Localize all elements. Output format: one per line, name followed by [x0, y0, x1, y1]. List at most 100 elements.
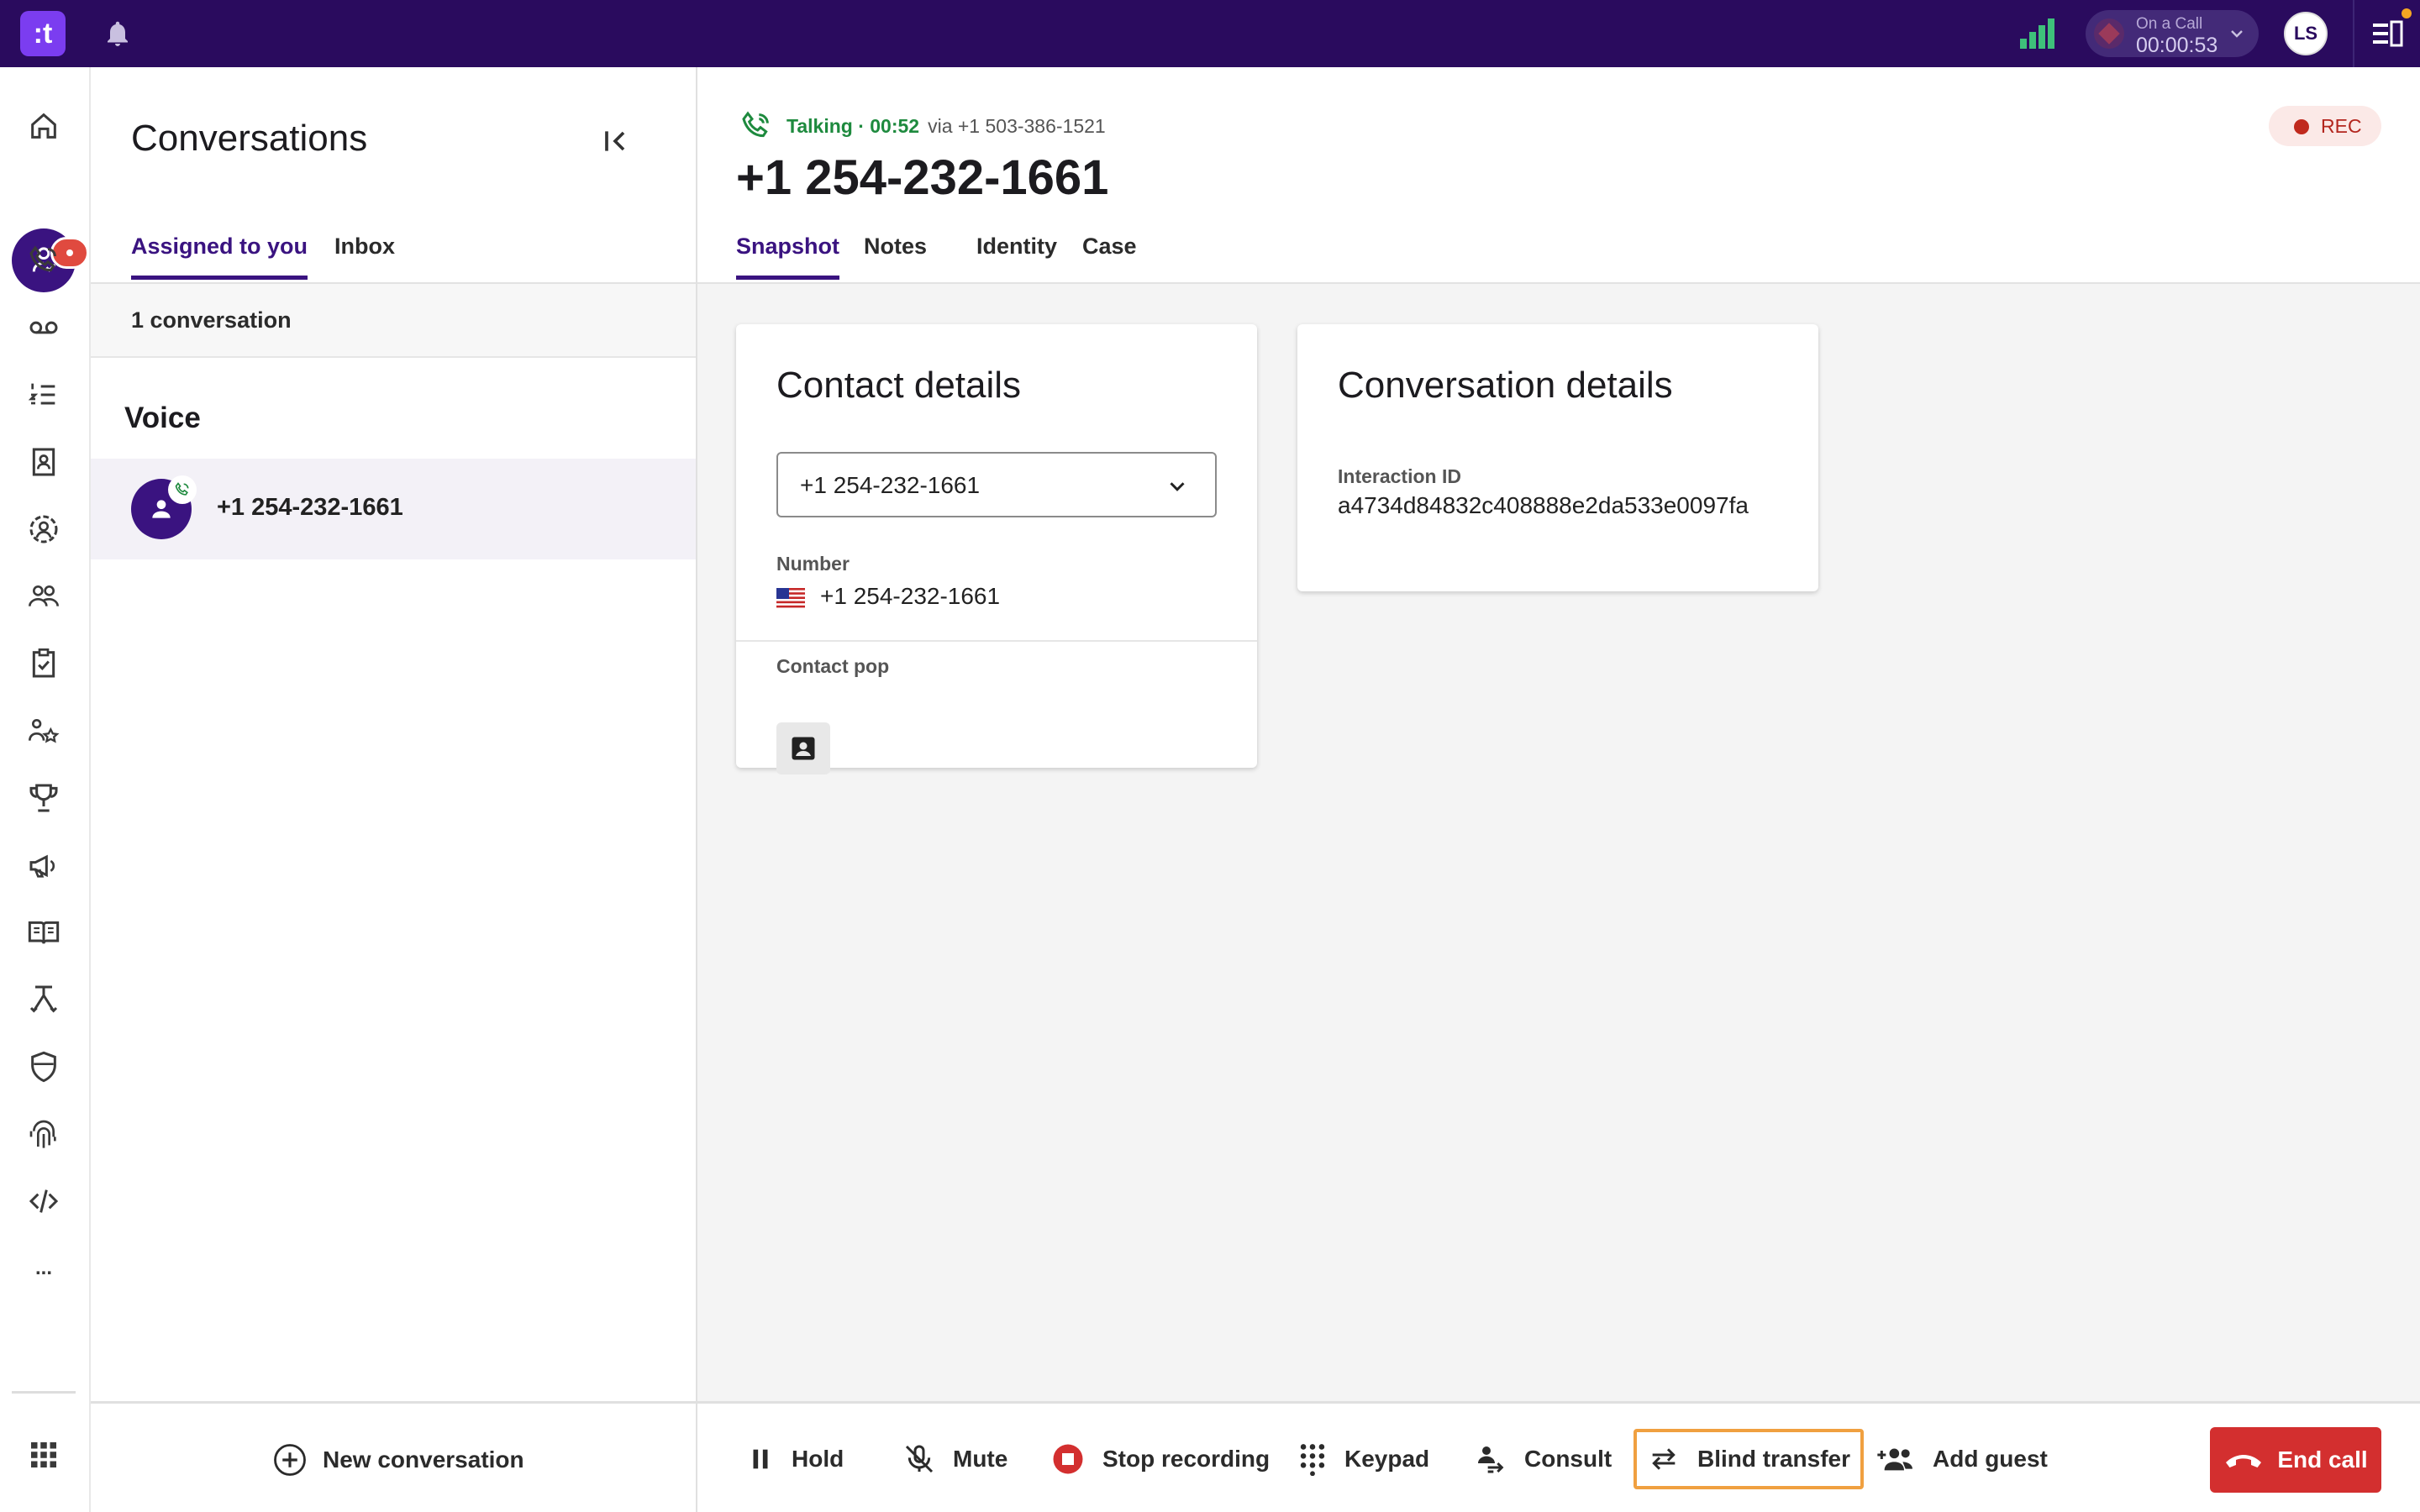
panel-notification-dot [2402, 8, 2412, 18]
keypad-label: Keypad [1344, 1446, 1430, 1472]
stop-record-icon [1053, 1444, 1083, 1474]
add-guest-icon [1877, 1448, 1912, 1471]
section-voice-heading: Voice [124, 402, 201, 434]
contact-avatar [131, 475, 197, 539]
mute-label: Mute [953, 1446, 1008, 1472]
tab-inbox[interactable]: Inbox [334, 234, 395, 260]
call-controls-bar: Hold Mute Stop recording Keypad Consult … [697, 1401, 2420, 1512]
add-guest-label: Add guest [1933, 1446, 2048, 1472]
conversations-footer: New conversation [91, 1401, 696, 1512]
panel-icon [2373, 20, 2403, 47]
side-panel-toggle[interactable] [2353, 0, 2420, 67]
card-divider [736, 640, 1257, 642]
phone-talking-icon [742, 111, 769, 138]
contact-pop-button[interactable] [776, 722, 830, 774]
interaction-id-value: a4734d84832c408888e2da533e0097fa [1338, 492, 1749, 518]
contacts-book-icon[interactable] [24, 442, 64, 482]
blind-transfer-button[interactable]: Blind transfer [1634, 1429, 1865, 1489]
mic-off-icon [905, 1445, 934, 1473]
home-icon[interactable] [24, 106, 64, 146]
hold-button[interactable]: Hold [736, 1429, 854, 1489]
user-avatar[interactable]: LS [2284, 12, 2328, 55]
blind-transfer-label: Blind transfer [1697, 1446, 1851, 1472]
consult-button[interactable]: Consult [1464, 1429, 1622, 1489]
mute-button[interactable]: Mute [892, 1429, 1018, 1489]
tab-notes[interactable]: Notes [864, 234, 927, 260]
phone-call-badge-icon [168, 475, 197, 504]
call-status-label: On a Call [2136, 15, 2203, 33]
transfer-arrows-icon [1652, 1448, 1676, 1470]
consult-label: Consult [1524, 1446, 1612, 1472]
list-item[interactable]: +1 254-232-1661 [91, 459, 696, 559]
apps-grid-icon[interactable] [24, 1435, 64, 1475]
number-label: Number [776, 553, 850, 575]
top-bar: :t On a Call 00:00:53 LS [0, 0, 2420, 67]
talking-status: Talking · 00:52 [786, 114, 920, 137]
conversations-panel: Conversations Assigned to you Inbox 1 co… [91, 67, 697, 1512]
tab-snapshot[interactable]: Snapshot [736, 234, 840, 280]
conversation-count: 1 conversation [131, 307, 292, 333]
tasks-icon[interactable] [24, 643, 64, 684]
us-flag-icon [776, 588, 805, 608]
call-status-pill[interactable]: On a Call 00:00:53 [2086, 10, 2259, 57]
caller-number: +1 254-232-1661 [736, 150, 1109, 205]
new-conversation-button[interactable]: New conversation [272, 1442, 524, 1478]
add-guest-button[interactable]: Add guest [1865, 1429, 2058, 1489]
contact-number-select[interactable]: +1 254-232-1661 [776, 452, 1217, 517]
voicemail-icon[interactable] [24, 307, 64, 348]
tab-identity[interactable]: Identity [976, 234, 1057, 260]
tab-assigned-to-you[interactable]: Assigned to you [131, 234, 308, 280]
consult-icon [1478, 1446, 1504, 1473]
security-icon[interactable] [24, 1047, 64, 1087]
end-call-button[interactable]: End call [2210, 1427, 2381, 1493]
collapse-panel-icon[interactable] [598, 124, 632, 158]
interaction-id-label: Interaction ID [1338, 465, 1461, 487]
dialpad-icon [1300, 1444, 1325, 1476]
code-icon[interactable] [24, 1181, 64, 1221]
tab-case[interactable]: Case [1082, 234, 1137, 260]
conversation-details-card: Conversation details Interaction ID a473… [1297, 324, 1818, 591]
signal-strength-icon [2020, 18, 2055, 49]
notifications-bell-icon[interactable] [103, 18, 133, 49]
conversation-count-row: 1 conversation [91, 284, 696, 358]
selected-number: +1 254-232-1661 [800, 472, 981, 498]
calls-icon[interactable] [24, 240, 64, 281]
queue-list-icon[interactable] [24, 375, 64, 415]
hang-up-icon [2226, 1455, 2262, 1467]
conversations-title: Conversations [131, 118, 368, 159]
rec-label: REC [2321, 115, 2362, 137]
skills-icon[interactable] [24, 711, 64, 751]
hold-label: Hold [792, 1446, 844, 1472]
contact-details-title: Contact details [776, 365, 1022, 406]
team-icon[interactable] [24, 576, 64, 617]
end-call-label: End call [2277, 1446, 2368, 1473]
number-value: +1 254-232-1661 [820, 583, 1001, 609]
new-conversation-label: New conversation [323, 1446, 524, 1473]
call-status-line: Talking · 00:52 via +1 503-386-1521 [739, 109, 1106, 143]
rail-divider [12, 1391, 76, 1394]
contact-details-card: Contact details +1 254-232-1661 Number +… [736, 324, 1257, 774]
add-circle-icon [274, 1444, 306, 1476]
chevron-down-icon [2227, 24, 2247, 44]
conversation-details-title: Conversation details [1338, 365, 1673, 406]
contact-pop-label: Contact pop [776, 655, 890, 677]
routing-icon[interactable] [24, 979, 64, 1020]
trophy-icon[interactable] [24, 778, 64, 818]
chevron-down-icon [1170, 482, 1185, 491]
conversation-number: +1 254-232-1661 [217, 494, 403, 521]
keypad-button[interactable]: Keypad [1287, 1429, 1439, 1489]
app-logo[interactable]: :t [20, 11, 66, 56]
stop-recording-button[interactable]: Stop recording [1040, 1429, 1280, 1489]
fingerprint-icon[interactable] [24, 1114, 64, 1154]
call-timer: 00:00:53 [2136, 34, 2218, 57]
call-header: Talking · 00:52 via +1 503-386-1521 +1 2… [697, 67, 2420, 284]
agent-icon[interactable] [24, 509, 64, 549]
pause-icon [753, 1449, 768, 1469]
record-dot-icon [2294, 119, 2309, 134]
snapshot-content: Contact details +1 254-232-1661 Number +… [697, 284, 2420, 1401]
stop-recording-label: Stop recording [1102, 1446, 1270, 1472]
person-icon [152, 500, 171, 518]
knowledge-icon[interactable] [24, 912, 64, 953]
more-icon[interactable]: ... [24, 1248, 64, 1289]
campaign-icon[interactable] [24, 845, 64, 885]
